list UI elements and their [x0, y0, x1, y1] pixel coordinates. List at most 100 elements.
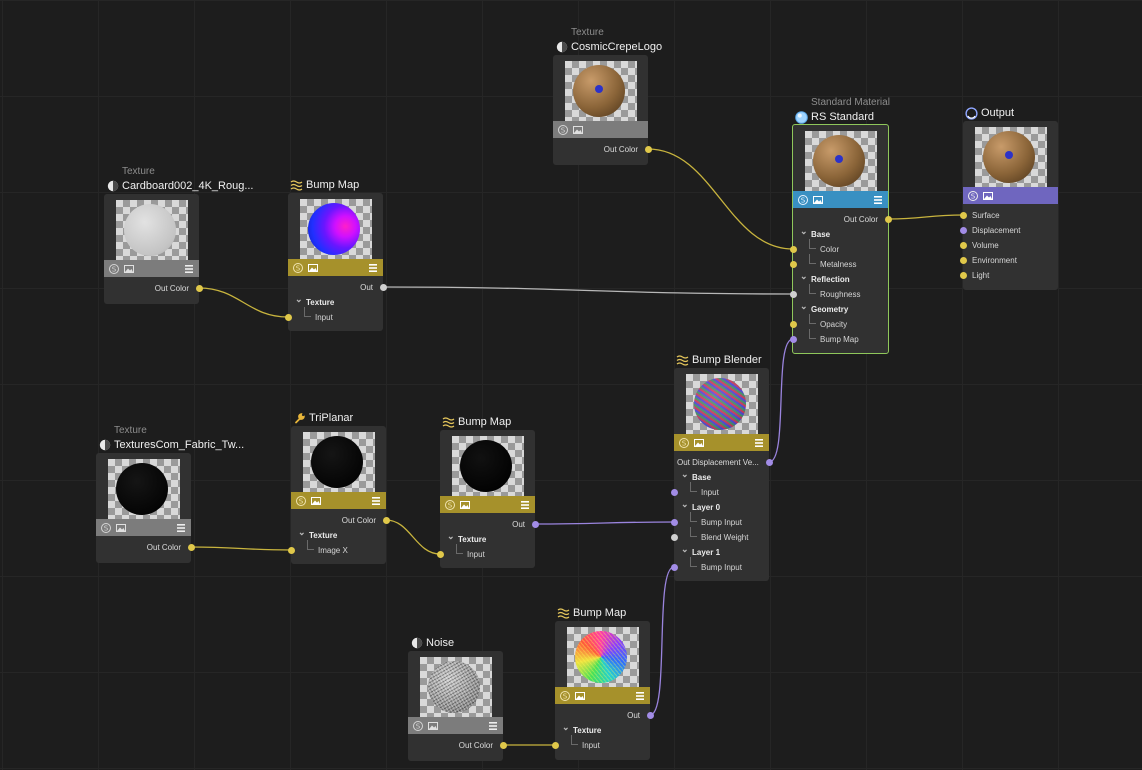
output-port[interactable]	[195, 284, 203, 292]
node-title[interactable]: TriPlanar	[293, 411, 353, 425]
wire-triplanar-to-bump2[interactable]	[385, 519, 441, 555]
input-port-input[interactable]	[551, 741, 559, 749]
image-icon[interactable]	[575, 691, 585, 701]
image-icon[interactable]	[124, 264, 134, 274]
image-icon[interactable]	[694, 438, 704, 448]
output-port[interactable]	[646, 711, 654, 719]
group-texture[interactable]: Texture	[295, 294, 334, 307]
input-port-bump-map[interactable]	[789, 335, 797, 343]
input-port-displacement[interactable]	[959, 226, 967, 234]
image-icon[interactable]	[116, 523, 126, 533]
wire-bump1-to-roughness[interactable]	[382, 286, 794, 295]
node-title[interactable]: Bump Map	[557, 606, 626, 620]
input-port-blend-weight[interactable]	[670, 533, 678, 541]
input-port-volume[interactable]	[959, 241, 967, 249]
group-geometry[interactable]: Geometry	[800, 301, 848, 314]
redshift-icon[interactable]: S	[679, 437, 689, 448]
image-icon[interactable]	[813, 195, 823, 205]
node-cardboard-texture[interactable]: Texture Cardboard002_4K_Roug... S Out Co…	[104, 166, 253, 304]
group-texture[interactable]: Texture	[447, 531, 486, 544]
wire-bump3-to-blender-layer1[interactable]	[649, 566, 675, 716]
node-title[interactable]: Bump Map	[290, 178, 359, 192]
input-port-bump-input-1[interactable]	[670, 563, 678, 571]
output-port[interactable]	[884, 215, 892, 223]
node-title[interactable]: Cardboard002_4K_Roug...	[106, 179, 253, 193]
node-rs-standard[interactable]: Standard Material RS Standard S Out Colo…	[789, 97, 892, 354]
group-base[interactable]: Base	[681, 469, 711, 482]
node-title[interactable]: Bump Map	[442, 415, 511, 429]
input-port-input[interactable]	[436, 550, 444, 558]
group-reflection[interactable]: Reflection	[800, 271, 850, 284]
node-noise[interactable]: Noise S Out Color	[408, 637, 507, 761]
image-icon[interactable]	[983, 191, 993, 201]
input-port-metalness[interactable]	[789, 260, 797, 268]
output-port[interactable]	[531, 520, 539, 528]
redshift-icon[interactable]: S	[296, 495, 306, 506]
image-icon[interactable]	[311, 496, 321, 506]
redshift-icon[interactable]: S	[109, 263, 119, 274]
node-bump-map-3[interactable]: Bump Map S Out Texture Input	[551, 607, 654, 760]
menu-icon[interactable]	[184, 264, 194, 274]
menu-icon[interactable]	[488, 721, 498, 731]
output-port[interactable]	[765, 458, 773, 466]
input-port-environment[interactable]	[959, 256, 967, 264]
wire-cosmic-to-color[interactable]	[647, 148, 794, 250]
output-port[interactable]	[187, 543, 195, 551]
group-base[interactable]: Base	[800, 226, 830, 239]
menu-icon[interactable]	[371, 496, 381, 506]
menu-icon[interactable]	[754, 438, 764, 448]
node-title[interactable]: Noise	[410, 636, 454, 650]
redshift-icon[interactable]: S	[445, 499, 455, 510]
output-port[interactable]	[499, 741, 507, 749]
node-cosmic-crepe-logo[interactable]: Texture CosmicCrepeLogo S Out Color	[553, 27, 662, 165]
node-title[interactable]: CosmicCrepeLogo	[555, 40, 662, 54]
wire-blender-to-bumpmap[interactable]	[768, 338, 794, 463]
input-port-opacity[interactable]	[789, 320, 797, 328]
menu-icon[interactable]	[520, 500, 530, 510]
redshift-icon[interactable]: S	[798, 194, 808, 205]
redshift-icon[interactable]: S	[101, 522, 111, 533]
node-title[interactable]: Output	[965, 106, 1014, 120]
node-title[interactable]: Bump Blender	[676, 353, 762, 367]
node-fabric-texture[interactable]: Texture TexturesCom_Fabric_Tw... S Out C…	[96, 425, 244, 563]
wire-fabric-to-triplanar[interactable]	[190, 546, 292, 551]
input-port-light[interactable]	[959, 271, 967, 279]
wire-bump2-to-blender-layer0[interactable]	[534, 521, 675, 525]
image-icon[interactable]	[428, 721, 438, 731]
input-port-input[interactable]	[284, 313, 292, 321]
group-layer-1[interactable]: Layer 1	[681, 544, 720, 557]
image-icon[interactable]	[460, 500, 470, 510]
redshift-icon[interactable]: S	[560, 690, 570, 701]
menu-icon[interactable]	[176, 523, 186, 533]
input-port-image-x[interactable]	[287, 546, 295, 554]
menu-icon[interactable]	[368, 263, 378, 273]
input-port-surface[interactable]	[959, 211, 967, 219]
input-port-input[interactable]	[670, 488, 678, 496]
input-port-roughness[interactable]	[789, 290, 797, 298]
group-layer-0[interactable]: Layer 0	[681, 499, 720, 512]
node-bump-map-1[interactable]: Bump Map S Out Texture Input	[284, 179, 387, 331]
image-icon[interactable]	[573, 125, 583, 135]
node-title[interactable]: RS Standard	[795, 110, 874, 124]
image-icon[interactable]	[308, 263, 318, 273]
menu-icon[interactable]	[635, 691, 645, 701]
menu-icon[interactable]	[873, 195, 883, 205]
group-texture[interactable]: Texture	[562, 722, 601, 735]
node-title[interactable]: TexturesCom_Fabric_Tw...	[98, 438, 244, 452]
output-port[interactable]	[379, 283, 387, 291]
node-triplanar[interactable]: TriPlanar S Out Color Texture Image X	[287, 412, 390, 564]
redshift-icon[interactable]: S	[413, 720, 423, 731]
wire-rs-to-surface[interactable]	[887, 214, 964, 220]
redshift-icon[interactable]: S	[293, 262, 303, 273]
node-output[interactable]: Output S Surface Displacement Volume Env…	[959, 106, 1058, 290]
redshift-icon[interactable]: S	[968, 190, 978, 201]
input-port-bump-input-0[interactable]	[670, 518, 678, 526]
input-port-color[interactable]	[789, 245, 797, 253]
node-bump-map-2[interactable]: Bump Map S Out Texture Input	[436, 416, 539, 568]
output-port[interactable]	[644, 145, 652, 153]
wire-cardboard-to-bump1[interactable]	[198, 287, 289, 318]
output-port[interactable]	[382, 516, 390, 524]
node-bump-blender[interactable]: Bump Blender S Out Displacement Ve... Ba…	[670, 354, 773, 581]
group-texture[interactable]: Texture	[298, 527, 337, 540]
redshift-icon[interactable]: S	[558, 124, 568, 135]
